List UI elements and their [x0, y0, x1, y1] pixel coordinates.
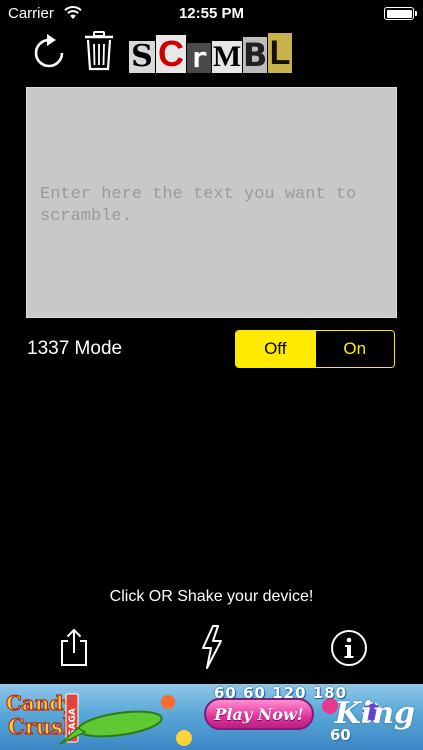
refresh-button[interactable]: [30, 32, 68, 72]
logo-letter: M: [212, 40, 242, 73]
trash-icon: [85, 31, 113, 71]
app-logo: SCrMBL: [129, 31, 294, 73]
logo-letter: L: [268, 33, 292, 73]
leet-mode-off-button[interactable]: Off: [236, 331, 315, 367]
leet-mode-toggle: Off On: [235, 330, 395, 368]
ad-play-now-button[interactable]: Play Now!: [204, 698, 314, 730]
battery-icon: [384, 7, 417, 20]
leet-mode-on-button[interactable]: On: [314, 331, 394, 367]
info-button[interactable]: [330, 629, 368, 667]
logo-letter: B: [243, 36, 268, 74]
shake-hint: Click OR Shake your device!: [109, 588, 314, 605]
refresh-icon: [34, 34, 64, 68]
scramble-text-input[interactable]: [26, 87, 397, 318]
ad-brand-logo: King: [334, 696, 415, 731]
logo-letter: C: [156, 33, 186, 74]
info-icon: [331, 630, 367, 666]
share-icon: [61, 628, 87, 666]
trash-button[interactable]: [81, 30, 117, 72]
logo-letter: S: [129, 41, 155, 73]
battery-fill: [386, 9, 412, 18]
clock: 12:55 PM: [178, 5, 245, 22]
scramble-flash-button[interactable]: [196, 624, 228, 670]
ad-banner[interactable]: Candy Crush SAGA 60 60 120 180 60 Play N…: [0, 684, 423, 750]
leet-mode-label: 1337 Mode: [27, 338, 123, 359]
battery-nub: [414, 11, 417, 16]
share-button[interactable]: [56, 626, 92, 668]
lightning-icon: [202, 625, 222, 669]
logo-letter: r: [187, 43, 211, 73]
status-bar: Carrier 12:55 PM: [0, 0, 423, 28]
